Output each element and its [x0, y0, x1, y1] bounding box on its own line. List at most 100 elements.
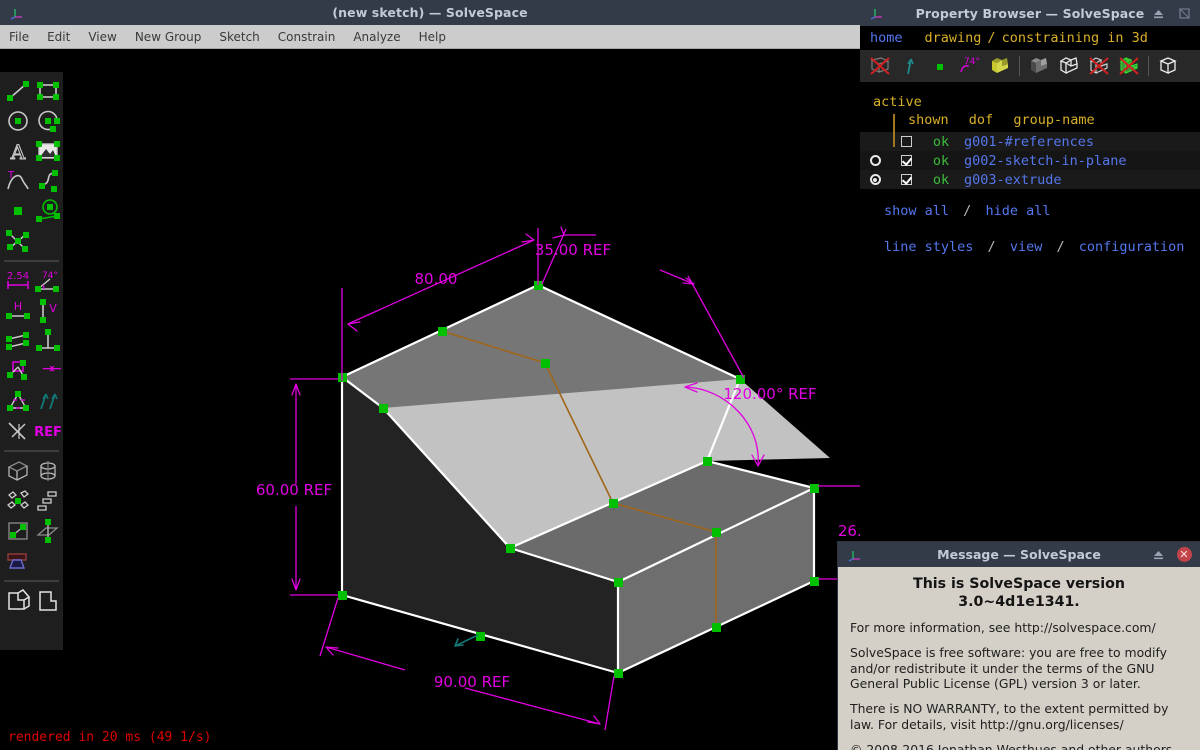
- dimension-label-60[interactable]: 60.00 REF: [256, 481, 332, 499]
- tool-text[interactable]: A: [3, 136, 33, 166]
- tool-group-in-3d[interactable]: [3, 586, 33, 616]
- row-group-name[interactable]: g003-extrude: [960, 172, 1062, 188]
- distance-value-label: 2.54: [7, 271, 29, 282]
- axes-icon: [870, 6, 884, 20]
- property-browser-panel: home drawing / constraining in 3d 74° ac…: [860, 26, 1200, 373]
- link-configuration[interactable]: configuration: [1079, 239, 1185, 255]
- tool-split-curves[interactable]: [3, 226, 33, 256]
- tool-arc[interactable]: [33, 106, 63, 136]
- tool-angle-dimension[interactable]: 74°: [33, 266, 63, 296]
- link-view[interactable]: view: [1010, 239, 1043, 255]
- row-group-name[interactable]: g002-sketch-in-plane: [960, 153, 1127, 169]
- tool-reference[interactable]: REF: [33, 416, 63, 446]
- toolbar-row: [0, 486, 63, 516]
- tool-new-sketch-3d[interactable]: [33, 516, 63, 546]
- menu-view[interactable]: View: [79, 27, 125, 47]
- breadcrumb-home[interactable]: home: [870, 30, 903, 46]
- dimension-label-26[interactable]: 26.00 REF: [838, 522, 860, 540]
- breadcrumb-constraining-in-3d[interactable]: constraining in 3d: [1002, 30, 1148, 46]
- shaded-solid-icon[interactable]: [1025, 52, 1053, 80]
- tool-equal-length[interactable]: [3, 386, 33, 416]
- point-visible-icon[interactable]: [926, 52, 954, 80]
- 3d-viewport[interactable]: 80.00 35.00 REF 60.00 REF 120.00° REF 26…: [0, 49, 860, 750]
- menu-constrain[interactable]: Constrain: [269, 27, 345, 47]
- outlines-off-icon[interactable]: [1085, 52, 1113, 80]
- tool-step-translating[interactable]: [33, 486, 63, 516]
- shaded-solid-yellow-icon[interactable]: [986, 52, 1014, 80]
- tool-point[interactable]: [3, 196, 33, 226]
- table-row[interactable]: ok g003-extrude: [860, 170, 1200, 189]
- toolbar-row: [0, 386, 63, 416]
- dimension-label-90[interactable]: 90.00 REF: [434, 673, 510, 691]
- tool-point-on-entity[interactable]: [3, 356, 33, 386]
- dimension-label-120[interactable]: 120.00° REF: [723, 385, 816, 403]
- tool-circle[interactable]: [3, 106, 33, 136]
- row-shown-checkbox[interactable]: [890, 155, 922, 166]
- link-show-all[interactable]: show all: [884, 203, 949, 219]
- tool-tangent-arc[interactable]: T: [3, 166, 33, 196]
- row-group-name[interactable]: g001-#references: [960, 134, 1094, 150]
- constraint-visible-icon[interactable]: 74°: [956, 52, 984, 80]
- tool-vertical[interactable]: V: [33, 296, 63, 326]
- shade-window-icon[interactable]: [1150, 547, 1166, 563]
- tool-image[interactable]: [33, 136, 63, 166]
- tool-distance-dimension[interactable]: 2.54: [3, 266, 33, 296]
- toolbar-row: 2.54 74°: [0, 266, 63, 296]
- tool-perpendicular[interactable]: [33, 326, 63, 356]
- tool-same-orientation[interactable]: [33, 386, 63, 416]
- section-label-active: active: [873, 94, 922, 110]
- menu-analyze[interactable]: Analyze: [344, 27, 409, 47]
- close-icon[interactable]: ✕: [1176, 547, 1192, 563]
- tool-lathe[interactable]: [33, 456, 63, 486]
- menu-edit[interactable]: Edit: [38, 27, 79, 47]
- shade-window-icon[interactable]: [1150, 5, 1166, 21]
- table-row[interactable]: ok g001-#references: [860, 132, 1200, 151]
- property-browser-titlebar[interactable]: Property Browser — SolveSpace: [860, 0, 1200, 26]
- axes-icon: [10, 6, 24, 20]
- group-table-header: shown dof group-name: [860, 112, 1200, 128]
- message-heading: This is SolveSpace version 3.0~4d1e1341.: [913, 576, 1125, 611]
- table-row[interactable]: ok g002-sketch-in-plane: [860, 151, 1200, 170]
- row-active-radio[interactable]: [860, 155, 890, 166]
- tool-extrude[interactable]: [3, 456, 33, 486]
- toolbar-row: [0, 226, 63, 256]
- breadcrumb-drawing[interactable]: drawing: [925, 30, 982, 46]
- dimension-label-35[interactable]: 35.00 REF: [535, 241, 611, 259]
- edges-icon[interactable]: [1055, 52, 1083, 80]
- solvespace-window: (new sketch) — SolveSpace File Edit View…: [0, 0, 1200, 750]
- tool-parallel[interactable]: [3, 326, 33, 356]
- row-dof: ok: [932, 171, 950, 188]
- mesh-off-icon[interactable]: [1115, 52, 1143, 80]
- toolbar-row: [0, 586, 63, 616]
- normal-arrow-icon[interactable]: [896, 52, 924, 80]
- message-dialog-titlebar[interactable]: Message — SolveSpace ✕: [838, 542, 1200, 567]
- tool-new-sketch-workplane[interactable]: [3, 516, 33, 546]
- menu-sketch[interactable]: Sketch: [210, 27, 268, 47]
- dimension-label-80[interactable]: 80.00: [415, 270, 458, 288]
- tool-horizontal[interactable]: H: [3, 296, 33, 326]
- row-active-radio[interactable]: [860, 174, 890, 185]
- tool-line-segment[interactable]: [3, 76, 33, 106]
- maximize-window-icon[interactable]: [1176, 5, 1192, 21]
- tool-symmetric[interactable]: → ←: [33, 356, 63, 386]
- row-shown-checkbox[interactable]: [890, 174, 922, 185]
- menu-new-group[interactable]: New Group: [126, 27, 211, 47]
- link-line-styles[interactable]: line styles: [884, 239, 973, 255]
- svg-text:T: T: [7, 170, 15, 181]
- tool-rectangle[interactable]: [33, 76, 63, 106]
- menu-bar: File Edit View New Group Sketch Constrai…: [0, 25, 860, 49]
- tool-assemble[interactable]: [3, 546, 33, 576]
- toolbar-separator: [0, 446, 63, 456]
- nearest-isometric-off-icon[interactable]: [866, 52, 894, 80]
- tool-toggle-construction[interactable]: [3, 416, 33, 446]
- tool-group-sketch[interactable]: [33, 586, 63, 616]
- link-hide-all[interactable]: hide all: [985, 203, 1050, 219]
- tool-construction[interactable]: [33, 196, 63, 226]
- property-browser-title: Property Browser — SolveSpace: [915, 5, 1145, 21]
- main-window-titlebar[interactable]: (new sketch) — SolveSpace: [0, 0, 860, 25]
- bounding-box-icon[interactable]: [1154, 52, 1182, 80]
- tool-bezier[interactable]: [33, 166, 63, 196]
- tool-step-rotating[interactable]: [3, 486, 33, 516]
- menu-help[interactable]: Help: [410, 27, 455, 47]
- menu-file[interactable]: File: [0, 27, 38, 47]
